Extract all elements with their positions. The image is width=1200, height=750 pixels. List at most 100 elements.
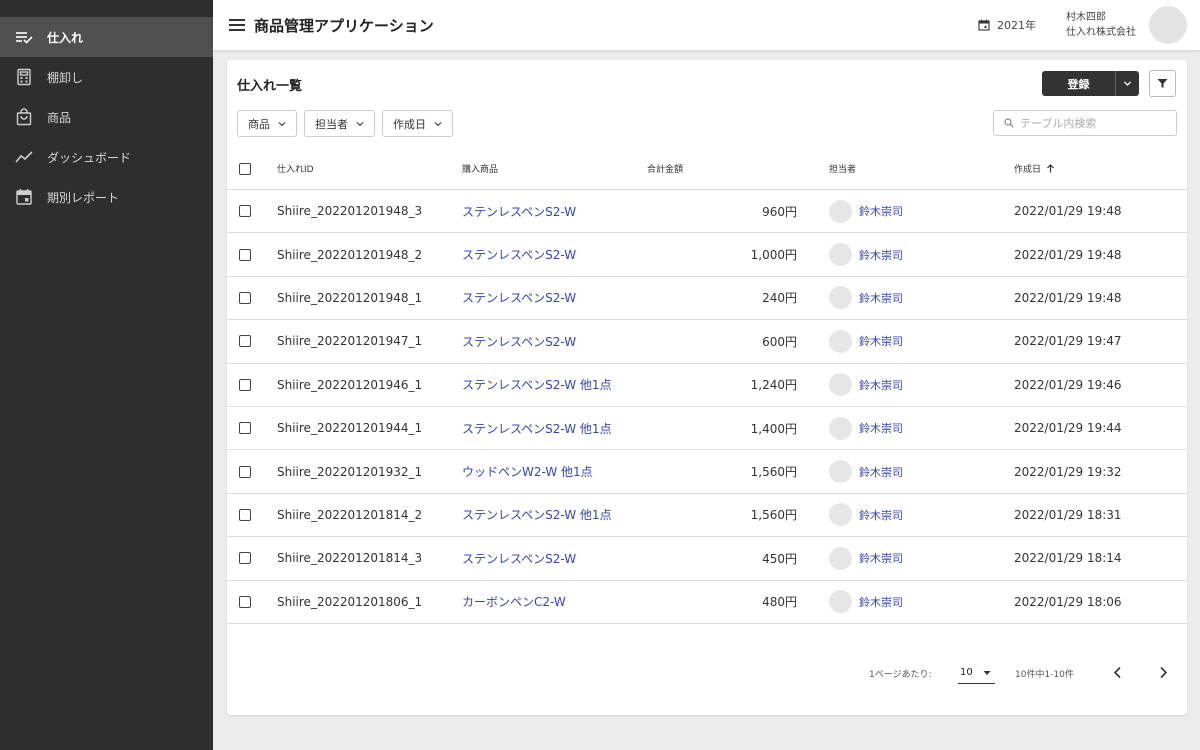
staff-avatar	[829, 286, 852, 310]
sidebar-item-inventory[interactable]: 棚卸し	[0, 57, 213, 97]
sidebar-item-shiire[interactable]: 仕入れ	[0, 17, 213, 57]
calendar-icon	[15, 188, 33, 206]
cell-date: 2022/01/29 19:46	[1014, 377, 1122, 392]
table-row[interactable]: Shiire_202201201814_3 ステンレスペンS2-W 450円 鈴木崇司…	[227, 537, 1187, 581]
hamburger-menu-icon[interactable]	[229, 19, 245, 31]
app-title: 商品管理アプリケーション	[254, 16, 434, 35]
row-checkbox[interactable]	[239, 422, 251, 435]
staff-link[interactable]: 鈴木崇司	[859, 550, 903, 566]
purchase-table: 仕入れID 購入商品 合計金額 担当者 作成日 Shiire_202201201…	[227, 148, 1187, 624]
calendar-small-icon	[978, 19, 990, 31]
next-page-button[interactable]	[1153, 661, 1173, 683]
product-link[interactable]: ステンレスペンS2-W	[462, 552, 576, 566]
product-link[interactable]: ウッドペンW2-W 他1点	[462, 465, 593, 479]
register-button[interactable]: 登録	[1042, 71, 1115, 96]
cell-amount: 1,000円	[750, 248, 797, 263]
row-checkbox[interactable]	[239, 465, 251, 478]
column-header-staff[interactable]: 担当者	[829, 162, 1014, 175]
register-dropdown-button[interactable]	[1115, 71, 1139, 96]
column-header-date[interactable]: 作成日	[1014, 162, 1184, 175]
column-header-id[interactable]: 仕入れID	[277, 162, 462, 175]
cell-id: Shiire_202201201946_1	[277, 377, 423, 392]
row-checkbox[interactable]	[239, 378, 251, 391]
user-name: 村木四郎	[1066, 12, 1106, 23]
shopping-bag-icon	[15, 108, 33, 126]
row-checkbox[interactable]	[239, 205, 251, 218]
rows-per-page-select[interactable]: 10	[958, 662, 995, 684]
trending-line-icon	[15, 148, 33, 166]
sidebar: 仕入れ 棚卸し 商品 ダッシュボード 期別レポート	[0, 0, 213, 750]
staff-link[interactable]: 鈴木崇司	[859, 203, 903, 219]
table-row[interactable]: Shiire_202201201814_2 ステンレスペンS2-W 他1点 1,56…	[227, 494, 1187, 538]
filter-chips: 商品 担当者 作成日	[237, 110, 460, 137]
user-avatar[interactable]	[1149, 6, 1187, 44]
table-row[interactable]: Shiire_202201201806_1 カーボンペンC2-W 480円 鈴木崇司 2…	[227, 581, 1187, 624]
sort-ascending-icon	[1047, 164, 1054, 173]
filter-funnel-icon	[1157, 79, 1168, 88]
staff-link[interactable]: 鈴木崇司	[859, 333, 903, 349]
staff-link[interactable]: 鈴木崇司	[859, 377, 903, 393]
row-checkbox[interactable]	[239, 248, 251, 261]
filter-button[interactable]	[1149, 70, 1176, 97]
row-checkbox[interactable]	[239, 595, 251, 608]
cell-id: Shiire_202201201948_1	[277, 290, 423, 305]
sidebar-item-label: 期別レポート	[47, 190, 120, 205]
table-row[interactable]: Shiire_202201201947_1 ステンレスペンS2-W 600円 鈴木崇司…	[227, 320, 1187, 364]
staff-link[interactable]: 鈴木崇司	[859, 507, 903, 523]
staff-link[interactable]: 鈴木崇司	[859, 464, 903, 480]
table-row[interactable]: Shiire_202201201932_1 ウッドペンW2-W 他1点 1,560円…	[227, 450, 1187, 494]
cell-amount: 1,400円	[750, 421, 797, 436]
cell-date: 2022/01/29 18:06	[1014, 594, 1122, 609]
staff-avatar	[829, 416, 852, 440]
table-header: 仕入れID 購入商品 合計金額 担当者 作成日	[227, 148, 1187, 190]
chevron-left-icon	[1113, 666, 1121, 678]
staff-link[interactable]: 鈴木崇司	[859, 247, 903, 263]
column-header-product[interactable]: 購入商品	[462, 162, 647, 175]
cell-id: Shiire_202201201948_2	[277, 247, 423, 262]
select-all-checkbox[interactable]	[239, 162, 251, 175]
cell-date: 2022/01/29 18:31	[1014, 507, 1122, 522]
staff-link[interactable]: 鈴木崇司	[859, 290, 903, 306]
caret-down-icon	[983, 670, 991, 675]
previous-page-button[interactable]	[1107, 661, 1127, 683]
product-link[interactable]: ステンレスペンS2-W	[462, 291, 576, 305]
product-link[interactable]: ステンレスペンS2-W	[462, 335, 576, 349]
cell-amount: 240円	[762, 291, 797, 306]
company-name: 仕入れ株式会社	[1066, 27, 1136, 38]
table-row[interactable]: Shiire_202201201944_1 ステンレスペンS2-W 他1点 1,40…	[227, 407, 1187, 451]
register-button-group: 登録	[1042, 71, 1139, 96]
product-link[interactable]: ステンレスペンS2-W	[462, 205, 576, 219]
table-search	[993, 110, 1177, 136]
filter-staff[interactable]: 担当者	[304, 110, 375, 137]
row-checkbox[interactable]	[239, 552, 251, 565]
row-checkbox[interactable]	[239, 291, 251, 304]
product-link[interactable]: ステンレスペンS2-W 他1点	[462, 422, 612, 436]
cell-date: 2022/01/29 19:47	[1014, 334, 1122, 349]
staff-link[interactable]: 鈴木崇司	[859, 594, 903, 610]
sidebar-item-products[interactable]: 商品	[0, 97, 213, 137]
cell-date: 2022/01/29 19:48	[1014, 204, 1122, 219]
sidebar-item-label: 仕入れ	[47, 30, 84, 45]
year-selector[interactable]: 2021年	[978, 17, 1036, 33]
user-info: 村木四郎 仕入れ株式会社	[1066, 10, 1136, 40]
sidebar-item-period-report[interactable]: 期別レポート	[0, 177, 213, 217]
sidebar-item-dashboard[interactable]: ダッシュボード	[0, 137, 213, 177]
product-link[interactable]: ステンレスペンS2-W 他1点	[462, 378, 612, 392]
row-checkbox[interactable]	[239, 335, 251, 348]
table-row[interactable]: Shiire_202201201948_3 ステンレスペンS2-W 960円 鈴木崇司…	[227, 190, 1187, 234]
table-row[interactable]: Shiire_202201201948_2 ステンレスペンS2-W 1,000円 鈴木…	[227, 233, 1187, 277]
table-row[interactable]: Shiire_202201201946_1 ステンレスペンS2-W 他1点 1,24…	[227, 364, 1187, 407]
cell-amount: 480円	[762, 595, 797, 610]
search-input[interactable]	[1020, 116, 1170, 130]
staff-avatar	[829, 329, 852, 353]
filter-product[interactable]: 商品	[237, 110, 297, 137]
product-link[interactable]: カーボンペンC2-W	[462, 595, 566, 609]
table-row[interactable]: Shiire_202201201948_1 ステンレスペンS2-W 240円 鈴木崇司…	[227, 277, 1187, 321]
row-checkbox[interactable]	[239, 508, 251, 521]
product-link[interactable]: ステンレスペンS2-W	[462, 248, 576, 262]
column-header-amount[interactable]: 合計金額	[647, 162, 805, 175]
staff-avatar	[829, 503, 852, 527]
filter-created-date[interactable]: 作成日	[382, 110, 453, 137]
product-link[interactable]: ステンレスペンS2-W 他1点	[462, 508, 612, 522]
staff-link[interactable]: 鈴木崇司	[859, 420, 903, 436]
